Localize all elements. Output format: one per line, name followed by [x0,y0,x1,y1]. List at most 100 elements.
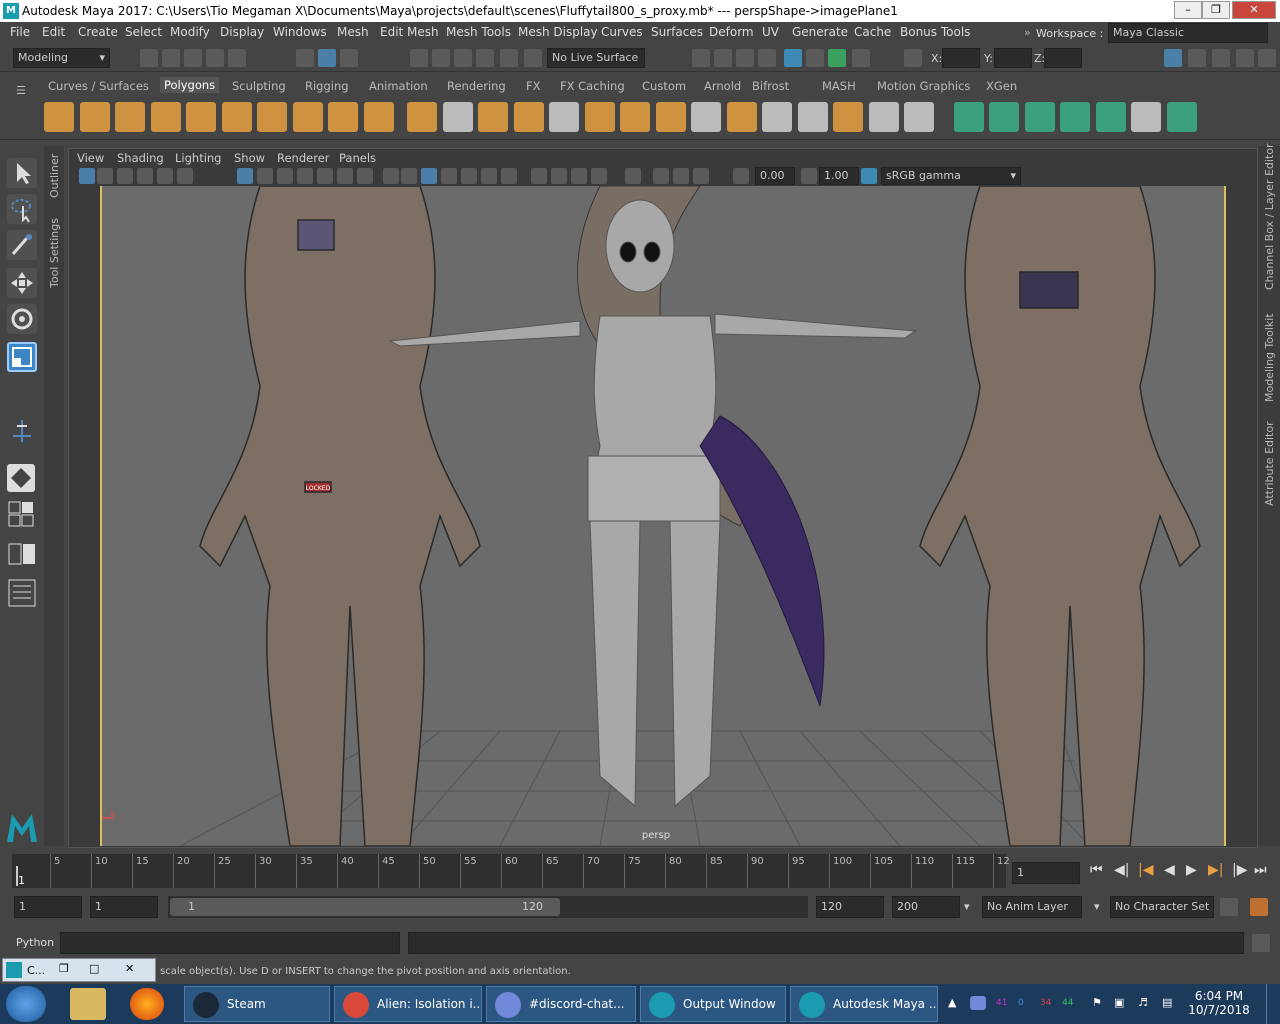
python-label[interactable]: Python [16,936,54,949]
move-tool-icon[interactable] [7,268,37,298]
animation-prefs-icon[interactable] [1250,898,1268,916]
fill-hole-icon[interactable] [904,102,934,132]
xray-components-icon[interactable] [693,168,709,184]
color-space-dropdown[interactable]: sRGB gamma ▾ [881,167,1021,185]
single-perspective-icon[interactable] [7,464,35,492]
step-back-key-icon[interactable]: ◀| [1114,862,1129,878]
pyramid-icon[interactable] [257,102,287,132]
toggle-pause-icon[interactable] [852,49,870,67]
show-desktop-button[interactable] [1266,984,1280,1024]
ipr-render-icon[interactable] [736,49,754,67]
panel-menu-panels[interactable]: Panels [339,151,376,165]
go-to-end-icon[interactable]: ⏭ [1254,862,1267,878]
safe-action-icon[interactable] [337,168,353,184]
planar-map-icon[interactable] [954,102,984,132]
light-editor-icon[interactable] [828,49,846,67]
channel-box-tab[interactable]: Channel Box / Layer Editor [1263,143,1276,290]
image-plane-icon[interactable] [137,168,153,184]
step-forward-frame-icon[interactable]: ▶| [1208,862,1223,878]
play-forward-icon[interactable]: ▶ [1186,862,1197,878]
channel-box-icon[interactable] [1236,49,1254,67]
bookmark-icon[interactable] [117,168,133,184]
gamma-field[interactable]: 1.00 [819,167,859,185]
wireframe-on-shaded-icon[interactable] [441,168,457,184]
panel-menu-lighting[interactable]: Lighting [175,151,221,165]
paint-select-icon[interactable] [7,230,37,260]
panel-menu-show[interactable]: Show [234,151,265,165]
shelf-tab-fx[interactable]: FX [526,79,541,93]
tray-counter[interactable]: 41 [996,998,1007,1008]
menu-select[interactable]: Select [125,25,162,39]
shelf-tab-fx-caching[interactable]: FX Caching [560,79,625,93]
minimized-window[interactable]: C... ❐ □ ✕ [2,958,156,982]
close-button[interactable]: ✕ [1232,1,1276,19]
snap-grid-icon[interactable] [410,49,428,67]
shelf-tab-motion-graphics[interactable]: Motion Graphics [877,79,970,93]
taskbar-item[interactable]: #​discord-chat... [486,986,636,1022]
smooth-icon[interactable] [514,102,544,132]
snap-point-icon[interactable] [454,49,472,67]
grid-icon[interactable] [237,168,253,184]
menu-mesh-tools[interactable]: Mesh Tools [446,25,511,39]
file-explorer-icon[interactable] [70,988,106,1020]
script-editor-icon[interactable] [1252,934,1270,952]
3d-viewport[interactable]: LOCKED persp y x [100,186,1226,846]
depth-of-field-icon[interactable] [591,168,607,184]
range-track[interactable]: 1 120 [168,896,808,918]
menu-edit[interactable]: Edit [42,25,65,39]
start-button[interactable] [6,986,46,1022]
select-component-icon[interactable] [340,49,358,67]
menu-cache[interactable]: Cache [854,25,891,39]
smooth-shade-icon[interactable] [401,168,417,184]
menu-windows[interactable]: Windows [273,25,327,39]
gate-mask-icon[interactable] [297,168,313,184]
current-frame-field[interactable]: 1 [1012,862,1080,884]
snap-curve-icon[interactable] [432,49,450,67]
render-frame-icon[interactable] [714,49,732,67]
four-view-icon[interactable] [7,500,37,530]
color-management-icon[interactable] [861,168,877,184]
select-hierarchy-icon[interactable] [296,49,314,67]
xray-joints-icon[interactable] [673,168,689,184]
lights-icon[interactable] [481,168,497,184]
extrude-icon[interactable] [656,102,686,132]
anim-layer-dropdown[interactable]: No Anim Layer [982,896,1082,918]
menu-deform[interactable]: Deform [709,25,754,39]
shelf-tab-sculpting[interactable]: Sculpting [232,79,286,93]
svg-icon[interactable] [364,102,394,132]
y-field[interactable] [994,48,1032,68]
modeling-toolkit-tab[interactable]: Modeling Toolkit [1263,313,1276,402]
motion-blur-icon[interactable] [551,168,567,184]
select-object-icon[interactable] [318,49,336,67]
anti-alias-icon[interactable] [571,168,587,184]
cylindrical-map-icon[interactable] [989,102,1019,132]
go-to-start-icon[interactable]: ⏮ [1090,862,1103,878]
clock[interactable]: 6:04 PM 10/7/2018 [1188,989,1250,1017]
panel-menu-renderer[interactable]: Renderer [277,151,330,165]
lasso-tool-icon[interactable] [7,194,37,224]
field-chart-icon[interactable] [317,168,333,184]
camera-attr-icon[interactable] [97,168,113,184]
workspace-dropdown[interactable]: Maya Classic [1108,23,1268,43]
render-view-icon[interactable] [692,49,710,67]
ambient-occlusion-icon[interactable] [531,168,547,184]
snap-surface-icon[interactable] [500,49,518,67]
minimize-button[interactable]: – [1174,1,1202,19]
hypershade-icon[interactable] [784,49,802,67]
spherical-map-icon[interactable] [1025,102,1055,132]
playback-start-field[interactable]: 1 [90,896,158,918]
shelf-tab-animation[interactable]: Animation [369,79,428,93]
taskbar-item[interactable]: Steam [184,986,330,1022]
discord-tray-icon[interactable] [970,996,986,1010]
character-set-dropdown[interactable]: No Character Set [1110,896,1214,918]
separate-icon[interactable] [443,102,473,132]
insert-loop-icon[interactable] [762,102,792,132]
outliner-toggle-icon[interactable] [1258,49,1276,67]
volume-icon[interactable]: ♬ [1138,996,1148,1009]
save-scene-icon[interactable] [184,49,202,67]
torus-icon[interactable] [222,102,252,132]
scale-tool-icon[interactable] [7,342,37,372]
taskbar-item[interactable]: Alien: Isolation i... [334,986,482,1022]
chevron-down-icon[interactable]: ▾ [1094,900,1100,913]
panel-menu-view[interactable]: View [77,151,104,165]
